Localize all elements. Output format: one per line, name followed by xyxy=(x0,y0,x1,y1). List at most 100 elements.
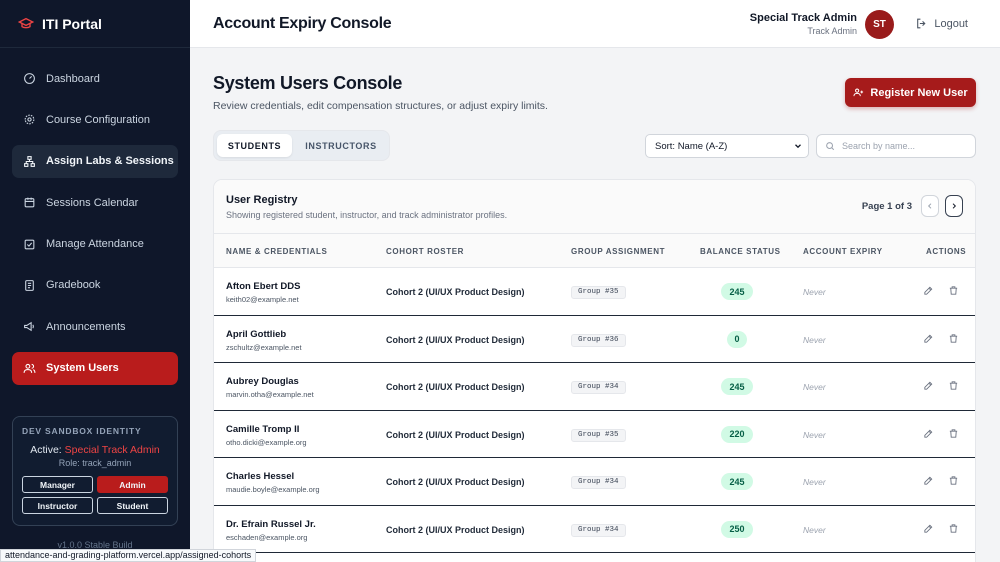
role-button-instructor[interactable]: Instructor xyxy=(22,497,93,514)
chevron-right-icon xyxy=(952,203,957,209)
sidebar-item-label: Sessions Calendar xyxy=(46,196,139,209)
balance-badge: 245 xyxy=(721,473,753,490)
user-email-cell: eschaden@example.org xyxy=(226,532,308,542)
logout-label: Logout xyxy=(934,17,968,30)
megaphone-icon xyxy=(24,322,34,332)
column-header-cohort: COHORT ROSTER xyxy=(386,247,465,256)
delete-icon[interactable] xyxy=(948,428,959,439)
delete-icon[interactable] xyxy=(948,475,959,486)
expiry-cell: Never xyxy=(803,477,826,487)
sidebar-item-sessions-calendar[interactable]: Sessions Calendar xyxy=(12,186,178,219)
sitemap-icon xyxy=(24,155,35,167)
tab-instructors[interactable]: INSTRUCTORS xyxy=(294,134,388,157)
top-header: Account Expiry Console Special Track Adm… xyxy=(190,0,1000,48)
edit-icon[interactable] xyxy=(923,285,934,296)
role-button-student[interactable]: Student xyxy=(97,497,168,514)
table-row: Dr. Efrain Russel Jr. eschaden@example.or… xyxy=(214,505,975,553)
document-icon xyxy=(25,280,34,291)
role-button-admin[interactable]: Admin xyxy=(97,476,168,493)
sidebar-item-label: Gradebook xyxy=(46,279,101,292)
column-header-name: NAME & CREDENTIALS xyxy=(226,247,328,256)
edit-icon[interactable] xyxy=(923,428,934,439)
logout-button[interactable]: Logout xyxy=(915,17,968,30)
delete-icon[interactable] xyxy=(948,523,959,534)
graduation-cap-icon xyxy=(18,17,34,28)
user-type-tabs: STUDENTS INSTRUCTORS xyxy=(213,130,390,161)
brand[interactable]: ITI Portal xyxy=(0,0,190,48)
user-name-cell: Charles Hessel xyxy=(226,471,295,482)
chevron-down-icon xyxy=(795,144,801,149)
delete-icon[interactable] xyxy=(948,380,959,391)
table-body: Afton Ebert DDS keith02@example.net Cohort… xyxy=(214,268,975,553)
expiry-cell: Never xyxy=(803,429,826,440)
balance-badge: 0 xyxy=(727,330,747,348)
sort-select[interactable]: Sort: Name (A-Z) xyxy=(645,134,809,158)
edit-icon[interactable] xyxy=(923,475,934,486)
register-new-user-button[interactable]: Register New User xyxy=(845,78,976,107)
next-page-button[interactable] xyxy=(945,195,963,217)
user-email-cell: marvin.otha@example.net xyxy=(226,390,314,399)
user-name-cell: Afton Ebert DDS xyxy=(226,281,301,292)
group-badge: Group #36 xyxy=(571,333,626,347)
sandbox-title: DEV SANDBOX IDENTITY xyxy=(22,426,142,436)
edit-icon[interactable] xyxy=(923,333,934,344)
users-icon xyxy=(23,363,36,373)
cohort-cell: Cohort 2 (UI/UX Product Design) xyxy=(386,524,525,535)
sidebar-item-gradebook[interactable]: Gradebook xyxy=(12,269,178,302)
logout-icon xyxy=(917,18,926,29)
edit-icon[interactable] xyxy=(923,380,934,391)
page-indicator: Page 1 of 3 xyxy=(861,200,912,212)
registry-title: User Registry xyxy=(226,194,298,206)
sort-value: Sort: Name (A-Z) xyxy=(655,140,728,152)
user-email-cell: otho.dicki@example.org xyxy=(226,437,307,447)
chevron-left-icon xyxy=(927,203,932,209)
delete-icon[interactable] xyxy=(948,285,959,296)
table-row: Aubrey Douglas marvin.otha@example.net Coh… xyxy=(214,363,975,411)
sidebar-nav: Dashboard Course Configuration Assign La… xyxy=(0,48,190,385)
sidebar-item-system-users[interactable]: System Users xyxy=(12,351,178,385)
sandbox-active-prefix: Active: xyxy=(30,444,65,456)
tab-students[interactable]: STUDENTS xyxy=(217,134,292,157)
pagination: Page 1 of 3 xyxy=(862,195,963,217)
status-bar-url: attendance-and-grading-platform.vercel.a… xyxy=(0,549,257,562)
sidebar-item-manage-attendance[interactable]: Manage Attendance xyxy=(12,228,178,261)
role-button-manager[interactable]: Manager xyxy=(22,476,93,493)
cohort-cell: Cohort 2 (UI/UX Product Design) xyxy=(386,334,525,345)
sidebar-item-course-configuration[interactable]: Course Configuration xyxy=(12,103,178,136)
page-subtitle: Review credentials, edit compensation st… xyxy=(213,100,548,112)
group-badge: Group #34 xyxy=(571,381,626,394)
cohort-cell: Cohort 2 (UI/UX Product Design) xyxy=(386,429,525,440)
column-header-actions: ACTIONS xyxy=(926,247,967,256)
prev-page-button[interactable] xyxy=(921,195,939,217)
dashboard-icon xyxy=(24,73,35,84)
registry-subtitle: Showing registered student, instructor, … xyxy=(226,210,508,220)
sidebar-item-dashboard[interactable]: Dashboard xyxy=(12,62,178,95)
column-header-balance: BALANCE STATUS xyxy=(700,247,781,256)
table-row: April Gottlieb zschultz@example.net Cohort… xyxy=(214,315,975,363)
sidebar-item-announcements[interactable]: Announcements xyxy=(12,310,178,343)
user-name-cell: Aubrey Douglas xyxy=(226,376,299,387)
search-input[interactable] xyxy=(842,141,972,151)
group-badge: Group #35 xyxy=(571,286,626,299)
cohort-cell: Cohort 2 (UI/UX Product Design) xyxy=(386,287,525,297)
sidebar-item-label: Course Configuration xyxy=(46,113,150,126)
delete-icon[interactable] xyxy=(948,333,959,344)
user-name: Special Track Admin xyxy=(749,12,857,24)
sidebar-item-assign-labs[interactable]: Assign Labs & Sessions xyxy=(12,144,178,178)
user-info: Special Track Admin Track Admin xyxy=(750,12,857,36)
sandbox-active-name: Special Track Admin xyxy=(64,444,160,456)
sidebar-item-label: Dashboard xyxy=(46,72,100,85)
sandbox-active-identity: Active: Special Track Admin xyxy=(22,444,168,456)
expiry-cell: Never xyxy=(803,287,826,297)
balance-badge: 245 xyxy=(721,283,753,300)
balance-badge: 250 xyxy=(721,520,753,538)
edit-icon[interactable] xyxy=(923,523,934,534)
sandbox-role: Role: track_admin xyxy=(58,458,132,468)
avatar[interactable]: ST xyxy=(865,10,894,39)
registry-header: User Registry Showing registered student… xyxy=(214,180,975,234)
dev-sandbox-panel: DEV SANDBOX IDENTITY Active: Special Tra… xyxy=(12,416,178,526)
gear-icon xyxy=(24,115,35,125)
user-email-cell: keith02@example.net xyxy=(226,295,299,304)
column-header-expiry: ACCOUNT EXPIRY xyxy=(803,247,883,256)
group-badge: Group #34 xyxy=(571,523,626,537)
